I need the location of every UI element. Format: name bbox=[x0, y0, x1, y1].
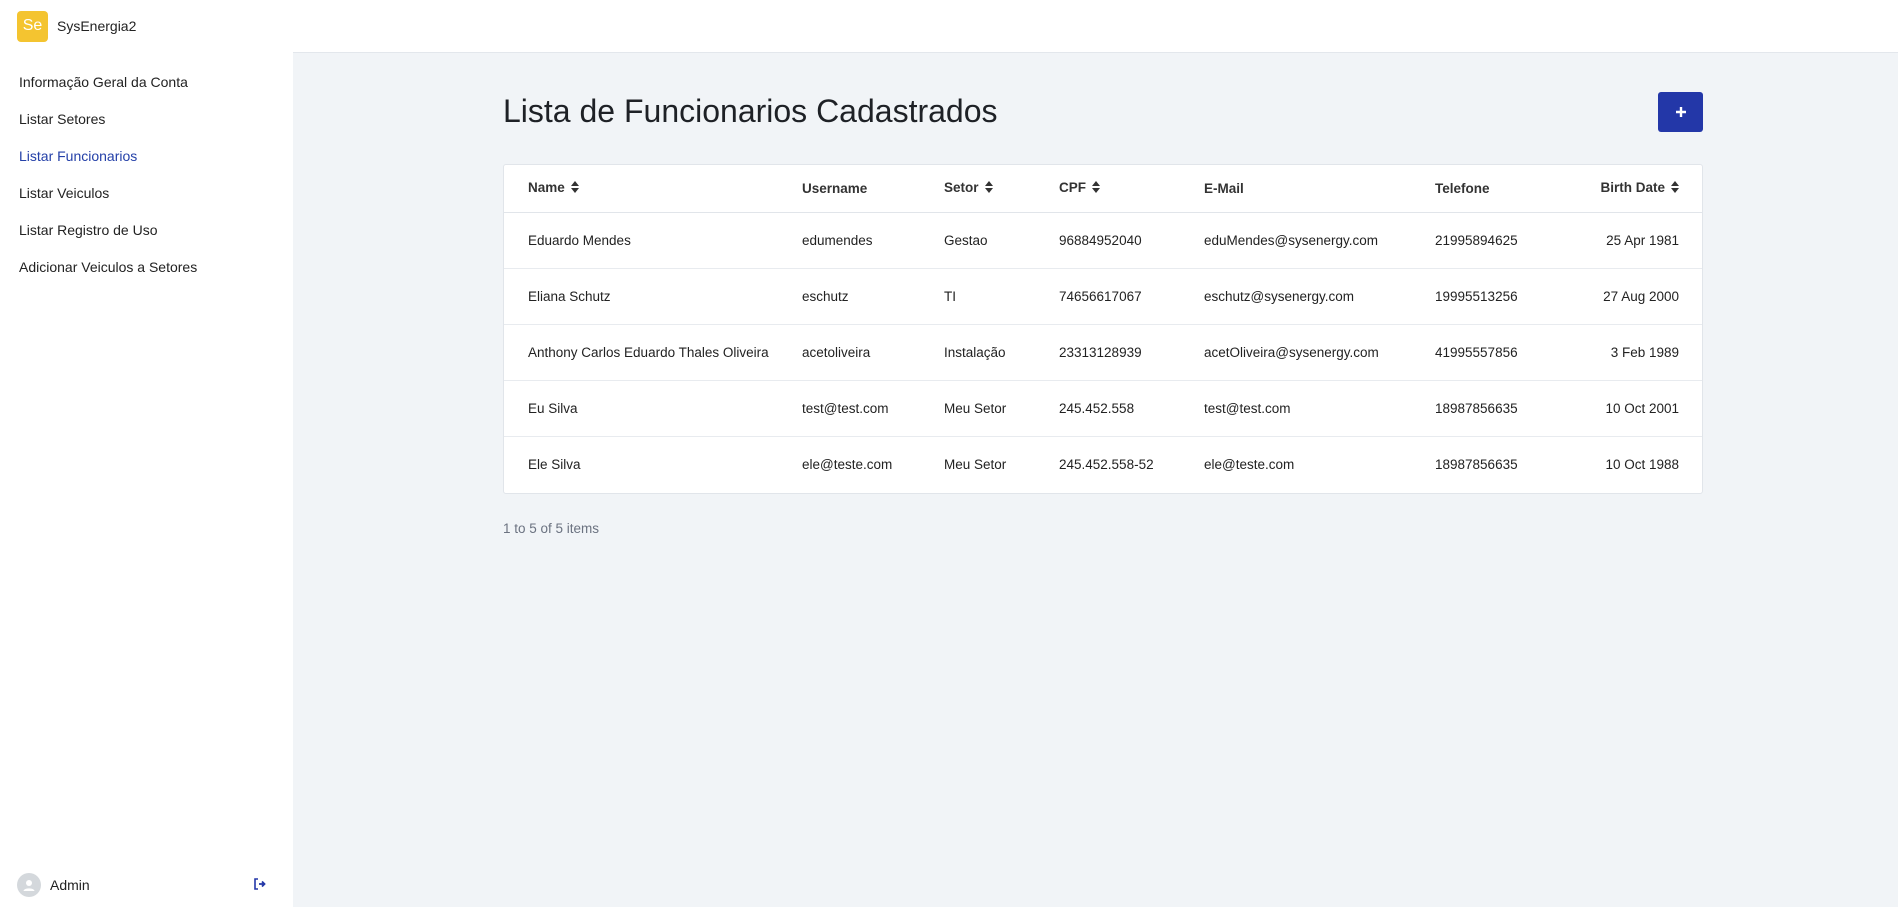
cell-setor: TI bbox=[944, 268, 1059, 325]
cell-setor: Meu Setor bbox=[944, 456, 1007, 472]
sidebar-item-listar-registro-de-uso[interactable]: Listar Registro de Uso bbox=[0, 211, 293, 248]
cell-username: ele@teste.com bbox=[802, 456, 893, 472]
cell-email: acetOliveira@sysenergy.com bbox=[1204, 324, 1435, 381]
cell-cpf: 245.452.558-52 bbox=[1059, 456, 1154, 472]
column-header-cpf[interactable]: CPF bbox=[1059, 165, 1204, 213]
column-header-label: Telefone bbox=[1435, 180, 1490, 196]
table-row[interactable]: Eliana Schutz eschutz TI 74656617067 esc… bbox=[504, 268, 1702, 325]
cell-email: ele@teste.com bbox=[1204, 456, 1295, 472]
user-bar: Admin bbox=[0, 863, 293, 907]
cell-birth-date: 10 Oct 2001 bbox=[1572, 380, 1702, 437]
cell-username: edumendes bbox=[802, 212, 944, 269]
brand-name[interactable]: SysEnergia2 bbox=[57, 18, 136, 34]
user-avatar-icon[interactable] bbox=[17, 873, 41, 897]
sidebar-item-listar-setores[interactable]: Listar Setores bbox=[0, 100, 293, 137]
sidebar: Se SysEnergia2 Informação Geral da Conta… bbox=[0, 0, 293, 907]
sidebar-item-informacao-geral[interactable]: Informação Geral da Conta bbox=[0, 63, 293, 100]
cell-birth-date: 3 Feb 1989 bbox=[1572, 324, 1702, 381]
cell-cpf: 96884952040 bbox=[1059, 212, 1204, 269]
table-row[interactable]: Anthony Carlos Eduardo Thales Oliveira a… bbox=[504, 324, 1702, 381]
column-header-label: Username bbox=[802, 180, 868, 196]
cell-setor: Instalação bbox=[944, 324, 1059, 381]
cell-setor: Meu Setor bbox=[944, 380, 1059, 437]
cell-email: eduMendes@sysenergy.com bbox=[1204, 212, 1435, 269]
table-header-row: Name Username Setor CPF E-Mail Telefone bbox=[504, 165, 1702, 213]
cell-username: test@test.com bbox=[802, 380, 944, 437]
cell-telefone: 21995894625 bbox=[1435, 212, 1572, 269]
cell-email: test@test.com bbox=[1204, 380, 1435, 437]
cell-cpf: 74656617067 bbox=[1059, 268, 1204, 325]
sort-icon[interactable] bbox=[1092, 181, 1100, 196]
cell-email: eschutz@sysenergy.com bbox=[1204, 268, 1435, 325]
sort-icon[interactable] bbox=[570, 181, 579, 196]
column-header-label: Name bbox=[528, 180, 565, 196]
sidebar-item-listar-funcionarios[interactable]: Listar Funcionarios bbox=[0, 137, 293, 174]
cell-name: Eliana Schutz bbox=[504, 268, 802, 325]
plus-icon bbox=[1675, 107, 1686, 117]
column-header-label: E-Mail bbox=[1204, 180, 1244, 196]
cell-birth-date: 10 Oct 1988 bbox=[1605, 456, 1679, 472]
brand[interactable]: Se SysEnergia2 bbox=[0, 0, 293, 52]
cell-telefone: 18987856635 bbox=[1435, 456, 1518, 472]
column-header-telefone: Telefone bbox=[1435, 165, 1572, 213]
sidebar-nav: Informação Geral da Conta Listar Setores… bbox=[0, 63, 293, 285]
sort-icon[interactable] bbox=[984, 181, 993, 196]
cell-telefone: 41995557856 bbox=[1435, 324, 1572, 381]
column-header-setor[interactable]: Setor bbox=[944, 165, 1059, 213]
column-header-label: CPF bbox=[1059, 180, 1086, 196]
cell-birth-date: 25 Apr 1981 bbox=[1572, 212, 1702, 269]
cell-telefone: 18987856635 bbox=[1435, 380, 1572, 437]
column-header-label: Birth Date bbox=[1600, 180, 1665, 196]
pagination-summary: 1 to 5 of 5 items bbox=[503, 521, 600, 536]
sidebar-item-listar-veiculos[interactable]: Listar Veiculos bbox=[0, 174, 293, 211]
cell-username: acetoliveira bbox=[802, 324, 944, 381]
cell-setor: Gestao bbox=[944, 212, 1059, 269]
user-name: Admin bbox=[50, 877, 90, 893]
cell-username: eschutz bbox=[802, 268, 944, 325]
cell-cpf: 23313128939 bbox=[1059, 324, 1204, 381]
cell-name: Ele Silva bbox=[528, 456, 581, 472]
table-row[interactable]: Ele Silva ele@teste.com Meu Setor 245.45… bbox=[504, 436, 1702, 492]
cell-name: Anthony Carlos Eduardo Thales Oliveira bbox=[504, 324, 802, 381]
cell-cpf: 245.452.558 bbox=[1059, 380, 1204, 437]
top-header bbox=[293, 0, 1898, 53]
table-row[interactable]: Eu Silva test@test.com Meu Setor 245.452… bbox=[504, 380, 1702, 437]
cell-telefone: 19995513256 bbox=[1435, 268, 1572, 325]
cell-name: Eu Silva bbox=[504, 380, 802, 437]
column-header-email: E-Mail bbox=[1204, 165, 1435, 213]
column-header-label: Setor bbox=[944, 180, 979, 196]
cell-name: Eduardo Mendes bbox=[504, 212, 802, 269]
column-header-birth-date[interactable]: Birth Date bbox=[1572, 165, 1702, 213]
cell-birth-date: 27 Aug 2000 bbox=[1572, 268, 1702, 325]
page-title: Lista de Funcionarios Cadastrados bbox=[503, 93, 998, 129]
column-header-name[interactable]: Name bbox=[504, 165, 802, 213]
add-employee-button[interactable] bbox=[1658, 92, 1703, 132]
employees-table: Name Username Setor CPF E-Mail Telefone bbox=[503, 164, 1703, 494]
table-row[interactable]: Eduardo Mendes edumendes Gestao 96884952… bbox=[504, 212, 1702, 269]
sort-icon[interactable] bbox=[1671, 181, 1679, 196]
brand-logo[interactable]: Se bbox=[17, 10, 48, 42]
logout-icon[interactable] bbox=[253, 877, 269, 893]
sidebar-item-adicionar-veiculos[interactable]: Adicionar Veiculos a Setores bbox=[0, 248, 293, 285]
column-header-username: Username bbox=[802, 165, 944, 213]
